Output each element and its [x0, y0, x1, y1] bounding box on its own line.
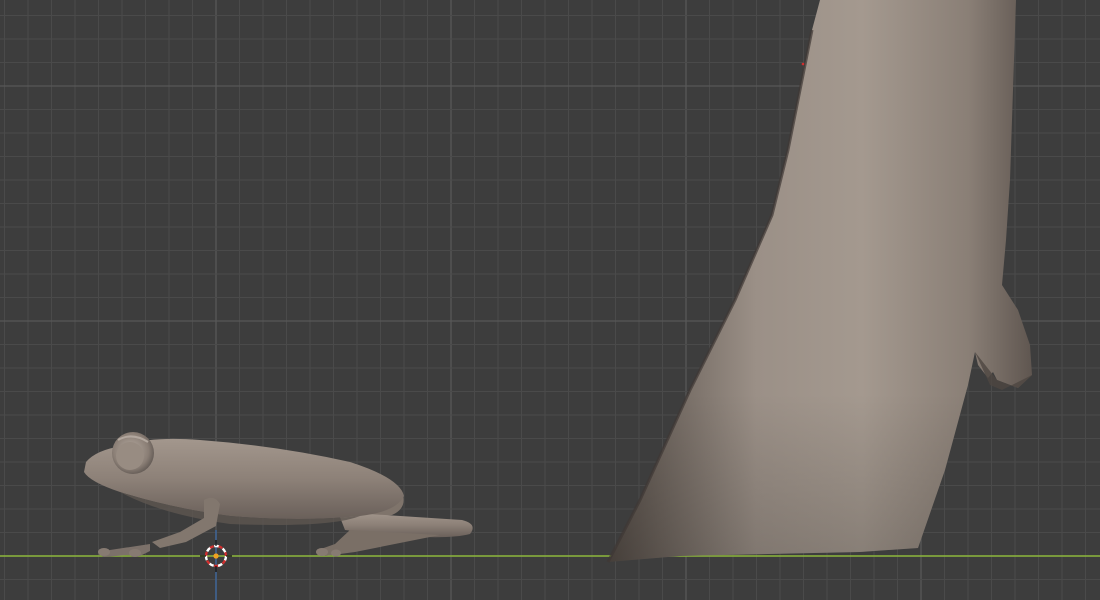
3d-cursor[interactable] — [200, 540, 232, 572]
3d-viewport[interactable] — [0, 0, 1100, 600]
frog-mesh[interactable] — [84, 432, 473, 557]
origin-dot-icon — [213, 553, 219, 559]
selection-marker — [801, 62, 805, 66]
viewport-canvas[interactable] — [0, 0, 1100, 600]
